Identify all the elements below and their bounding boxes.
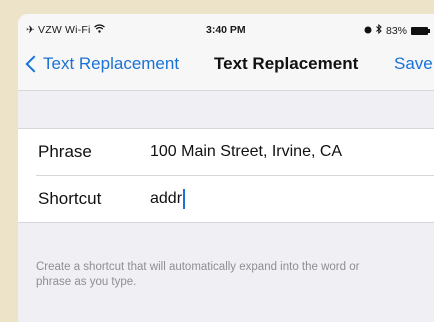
footer-hint: Create a shortcut that will automaticall… [36, 261, 360, 288]
phrase-input[interactable]: 100 Main Street, Irvine, CA [150, 143, 342, 161]
battery-icon [411, 26, 430, 35]
bluetooth-icon [376, 23, 382, 37]
back-button[interactable]: Text Replacement [24, 54, 179, 74]
replacement-form: Phrase 100 Main Street, Irvine, CA Short… [18, 128, 434, 223]
battery-percent: 83% [385, 24, 407, 37]
shortcut-input[interactable]: addr [150, 176, 186, 222]
chevron-left-icon [25, 55, 43, 73]
phone-screen: ✈ VZW Wi-Fi 3:40 PM 83% Text Replacement… [18, 14, 434, 322]
text-cursor [183, 189, 186, 209]
carrier-label: VZW Wi-Fi [38, 24, 91, 36]
status-time: 3:40 PM [206, 24, 246, 36]
page-title: Text Replacement [214, 54, 359, 73]
status-right: 83% [364, 23, 430, 37]
phrase-label: Phrase [38, 142, 92, 161]
status-bar: ✈ VZW Wi-Fi 3:40 PM 83% [18, 14, 434, 42]
location-icon [364, 25, 372, 37]
save-button[interactable]: Save [394, 54, 433, 74]
phrase-row[interactable]: Phrase 100 Main Street, Irvine, CA [18, 129, 434, 175]
shortcut-label: Shortcut [38, 189, 102, 208]
back-label: Text Replacement [43, 54, 180, 73]
carrier-info: ✈ VZW Wi-Fi [26, 24, 105, 36]
airplane-icon: ✈ [26, 24, 35, 36]
wifi-icon [93, 24, 105, 36]
shortcut-row[interactable]: Shortcut addr [36, 175, 434, 222]
shortcut-value: addr [150, 190, 183, 207]
navigation-bar: Text Replacement Text Replacement Save [18, 42, 434, 91]
